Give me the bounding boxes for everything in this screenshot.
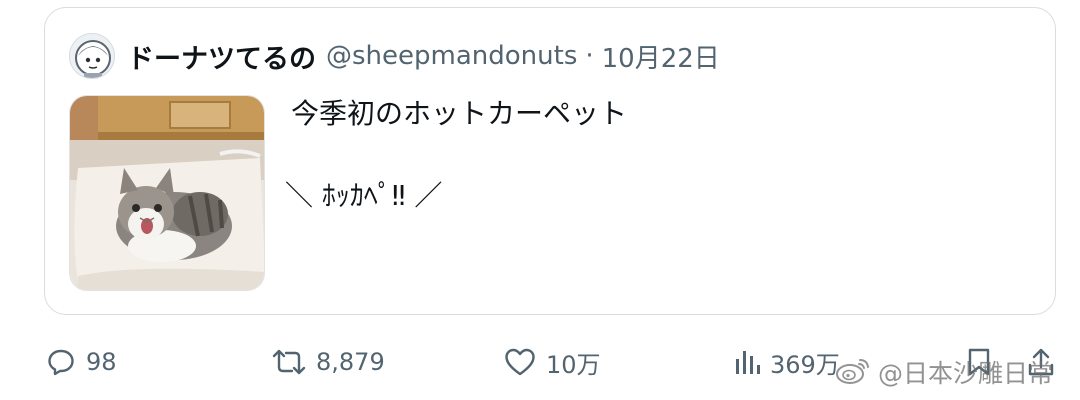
weibo-watermark: @日本沙雕日常 <box>834 352 1053 392</box>
heart-icon <box>504 347 536 377</box>
dot-separator: · <box>585 41 594 71</box>
views-button[interactable]: 369万 <box>734 334 840 390</box>
retweet-count: 8,879 <box>316 348 385 376</box>
tweet-text: 今季初のホットカーペット <box>291 97 628 130</box>
watermark-text: @日本沙雕日常 <box>878 359 1054 388</box>
weibo-logo-icon <box>834 355 872 389</box>
tweet-media-image[interactable] <box>69 95 265 291</box>
tweet-header: ドーナツてるの @sheepmandonuts · 10月22日 <box>69 30 720 82</box>
view-count: 369万 <box>770 350 840 379</box>
like-count: 10万 <box>546 350 601 379</box>
bar-chart-icon <box>734 347 760 377</box>
tweet-date[interactable]: 10月22日 <box>602 38 720 75</box>
retweet-button[interactable]: 8,879 <box>272 334 385 390</box>
display-name[interactable]: ドーナツてるの <box>127 37 316 76</box>
like-button[interactable]: 10万 <box>504 334 601 390</box>
reply-count: 98 <box>86 348 117 376</box>
comment-bubble-icon <box>46 347 76 377</box>
reply-button[interactable]: 98 <box>46 334 117 390</box>
avatar[interactable] <box>69 33 115 79</box>
tweet-text-exclamation: ＼ ﾎｯｶﾍﾟ‼ ／ <box>285 179 443 212</box>
quoted-tweet-card[interactable]: ドーナツてるの @sheepmandonuts · 10月22日 今季初のホット… <box>44 7 1056 315</box>
user-handle[interactable]: @sheepmandonuts <box>326 41 577 71</box>
retweet-icon <box>272 347 306 377</box>
